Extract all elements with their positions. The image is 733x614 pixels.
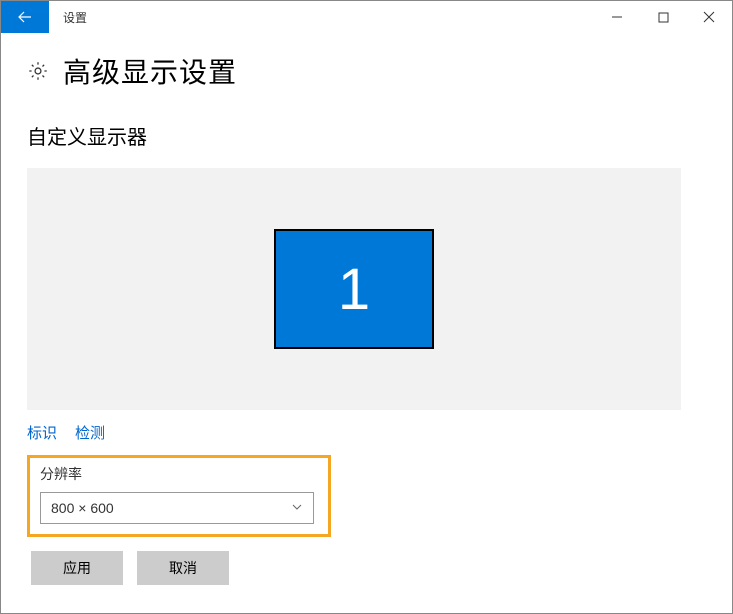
display-preview-area: 1 <box>27 168 681 410</box>
close-button[interactable] <box>686 1 732 33</box>
titlebar: 设置 <box>1 1 732 33</box>
identify-link[interactable]: 标识 <box>27 422 57 443</box>
content-area: 高级显示设置 自定义显示器 1 标识 检测 分辨率 800 × 600 应用 取… <box>1 33 732 585</box>
button-row: 应用 取消 <box>27 551 706 585</box>
resolution-dropdown[interactable]: 800 × 600 <box>40 492 314 524</box>
chevron-down-icon <box>291 500 303 516</box>
resolution-label: 分辨率 <box>40 464 318 484</box>
resolution-value: 800 × 600 <box>51 500 114 516</box>
cancel-button[interactable]: 取消 <box>137 551 229 585</box>
back-button[interactable] <box>1 1 49 33</box>
minimize-button[interactable] <box>594 1 640 33</box>
page-title: 高级显示设置 <box>63 51 237 91</box>
monitor-label: 1 <box>338 256 370 323</box>
resolution-highlight: 分辨率 800 × 600 <box>27 455 331 537</box>
detect-link[interactable]: 检测 <box>75 422 105 443</box>
apply-button[interactable]: 应用 <box>31 551 123 585</box>
window-controls <box>594 1 732 33</box>
section-title: 自定义显示器 <box>27 121 706 150</box>
window-title: 设置 <box>49 1 87 33</box>
gear-icon <box>27 60 49 82</box>
maximize-button[interactable] <box>640 1 686 33</box>
monitor-1-tile[interactable]: 1 <box>274 229 434 349</box>
link-row: 标识 检测 <box>27 422 706 443</box>
page-header: 高级显示设置 <box>27 51 706 91</box>
